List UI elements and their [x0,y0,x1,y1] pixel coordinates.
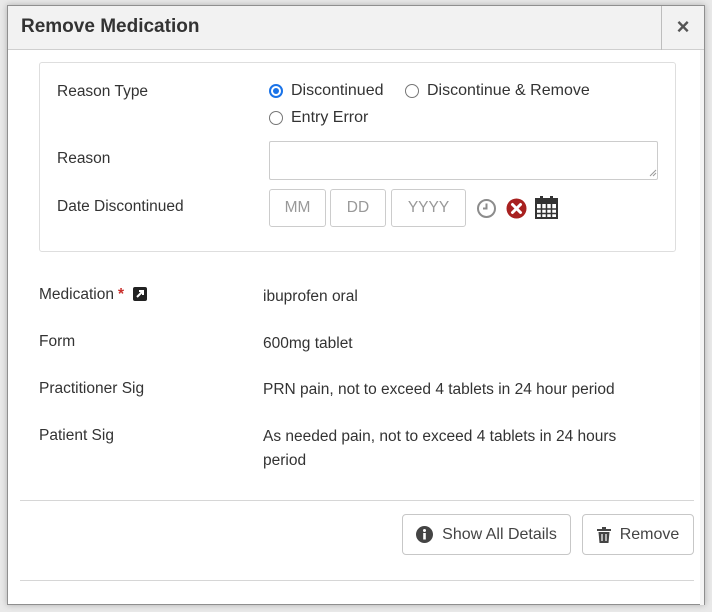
reason-textarea[interactable] [269,141,658,180]
practitioner-sig-label: Practitioner Sig [39,380,145,397]
date-discontinued-label: Date Discontinued [57,198,184,215]
reason-panel: Reason Type Discontinued Discontinue & R… [39,62,676,252]
radio-label-entry-error: Entry Error [291,109,369,126]
dialog-header: Remove Medication × [8,6,704,50]
medication-label: Medication * [39,286,148,304]
radio-button[interactable] [269,111,283,125]
remove-label: Remove [619,525,680,543]
radio-discontinued[interactable]: Discontinued [269,82,384,100]
remove-button[interactable]: Remove [582,514,694,555]
clock-icon[interactable] [476,198,497,219]
radio-discontinue-remove[interactable]: Discontinue & Remove [405,82,590,100]
close-button[interactable]: × [661,6,704,50]
close-icon: × [676,14,690,39]
calendar-icon[interactable] [535,195,558,219]
radio-button[interactable] [405,84,419,98]
trash-icon [596,526,611,543]
remove-medication-dialog: Remove Medication × Reason Type Disconti… [7,5,705,605]
footer-divider-top [20,500,694,501]
reason-label: Reason [57,150,111,167]
radio-label-discontinue-remove: Discontinue & Remove [427,82,590,99]
radio-entry-error[interactable]: Entry Error [269,109,368,127]
required-marker: * [117,286,125,303]
form-label: Form [39,333,76,350]
reason-type-label: Reason Type [57,83,149,100]
external-link-icon[interactable] [133,287,148,301]
practitioner-sig-value: PRN pain, not to exceed 4 tablets in 24 … [263,381,615,398]
day-input[interactable] [330,189,386,227]
form-value: 600mg tablet [263,335,353,352]
info-icon [416,526,434,543]
show-all-details-button[interactable]: Show All Details [402,514,571,555]
year-input[interactable] [391,189,466,227]
patient-sig-value: As needed pain, not to exceed 4 tablets … [263,428,617,469]
radio-button-checked[interactable] [269,84,283,98]
clear-date-icon[interactable] [506,198,527,219]
medication-label-text: Medication [39,286,114,303]
footer-divider-bottom [20,580,694,581]
dialog-title: Remove Medication [21,16,200,37]
resize-grip-icon[interactable] [649,169,657,177]
show-all-details-label: Show All Details [442,525,557,543]
patient-sig-label: Patient Sig [39,427,114,444]
scrollbar[interactable] [700,50,704,605]
month-input[interactable] [269,189,326,227]
medication-value: ibuprofen oral [263,288,358,305]
radio-label-discontinued: Discontinued [291,82,384,99]
